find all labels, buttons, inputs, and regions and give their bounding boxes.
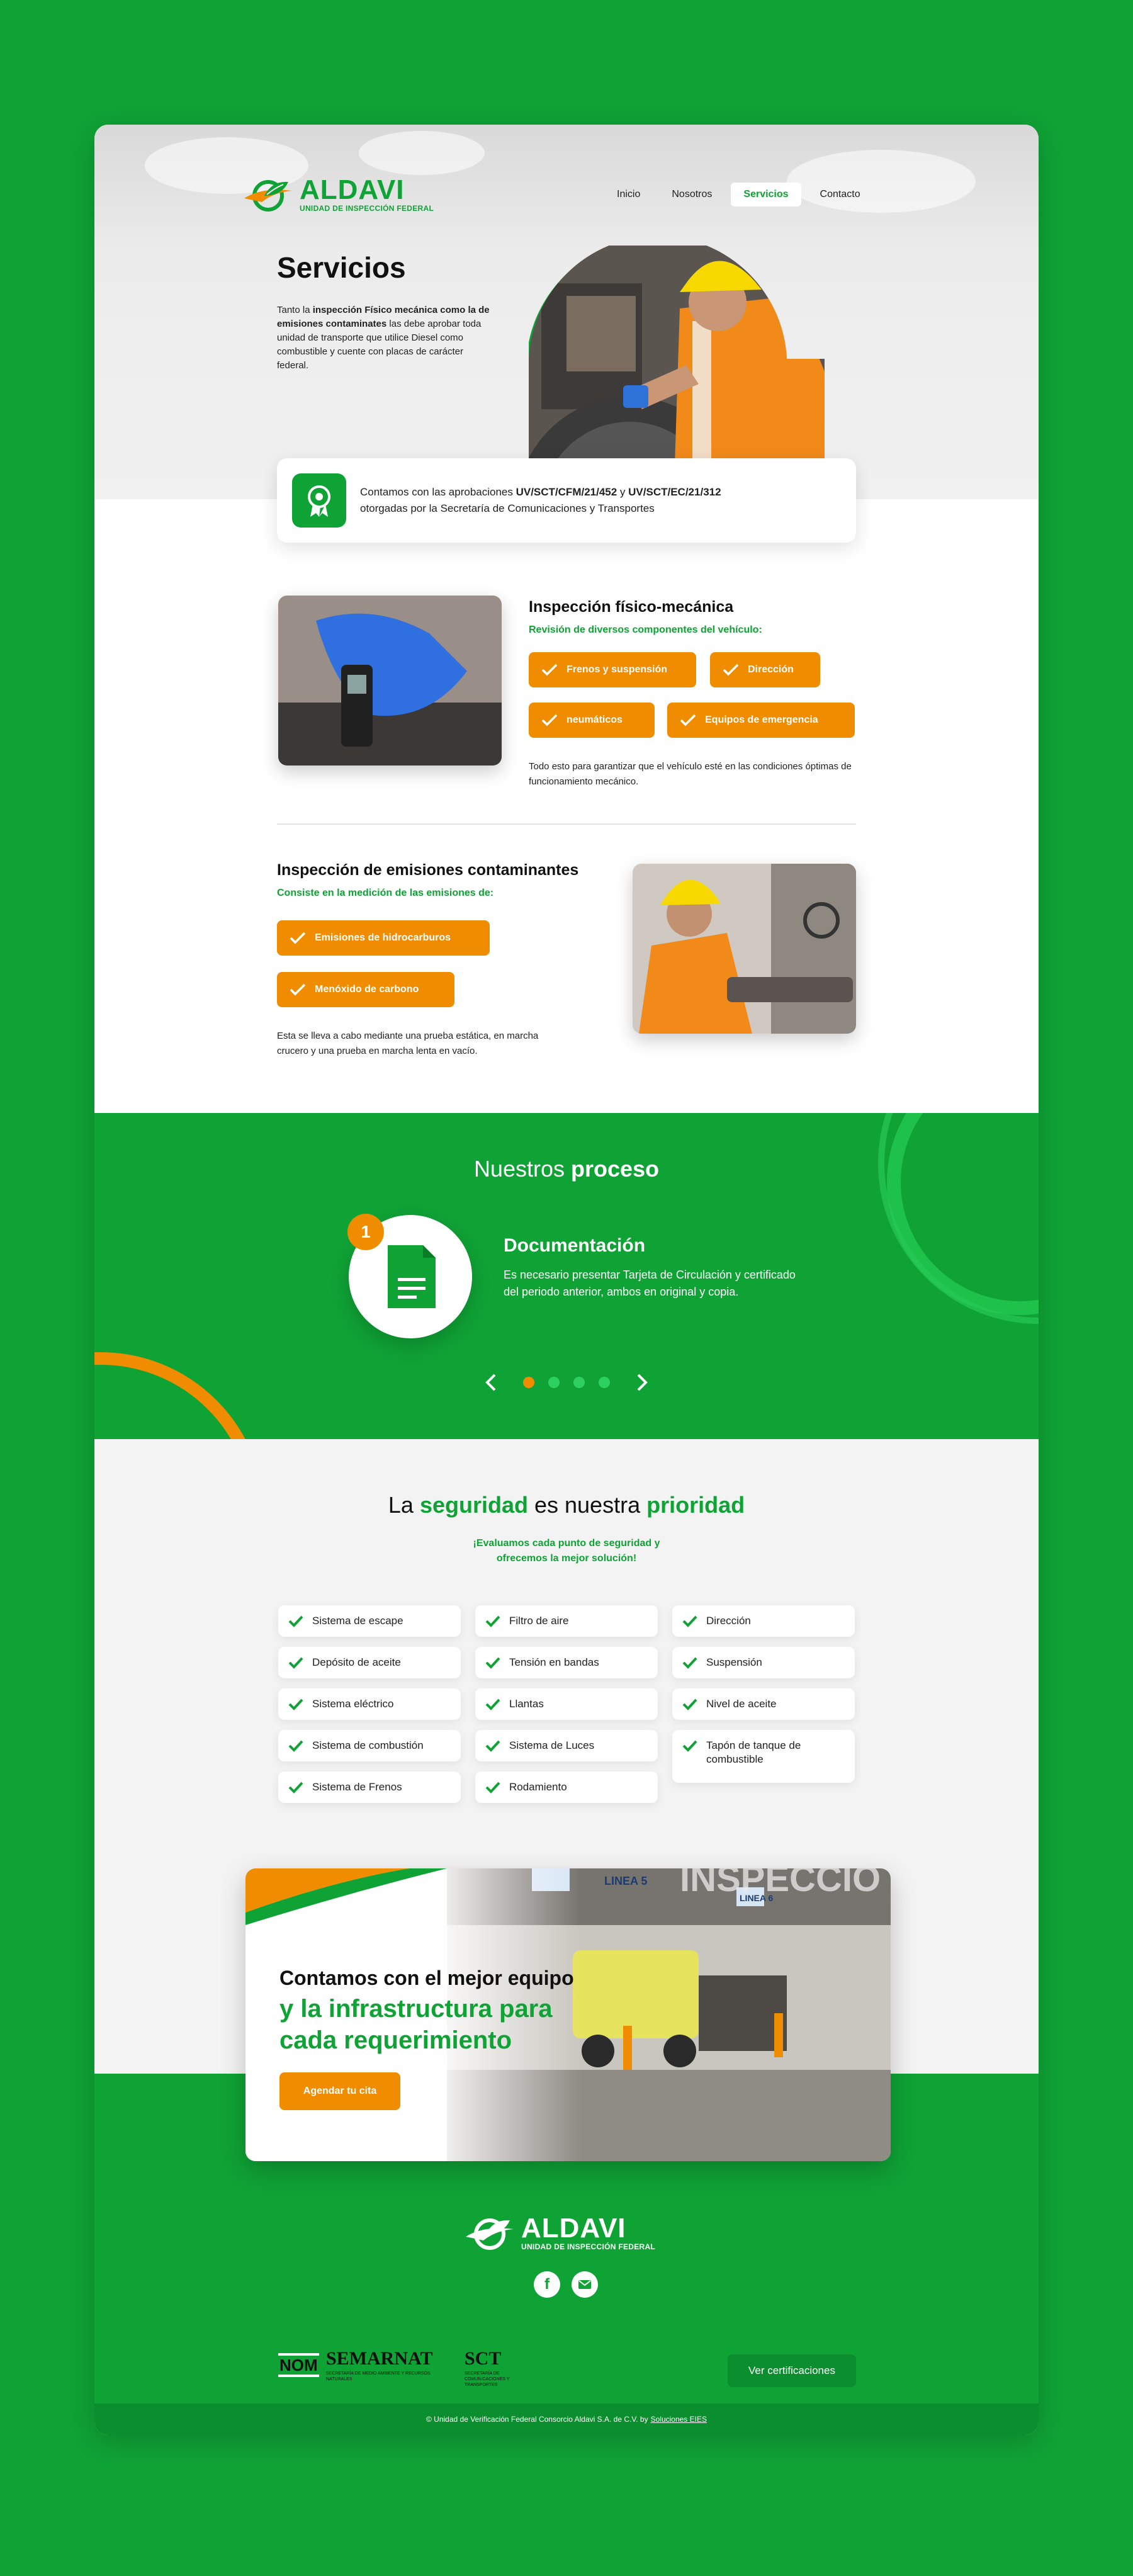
copyright-bar: © Unidad de Verificación Federal Consorc… (94, 2404, 1039, 2435)
prev-arrow-icon[interactable] (485, 1374, 496, 1391)
safety-title: La seguridad es nuestra prioridad (388, 1492, 745, 1518)
check-icon (682, 1740, 697, 1752)
chip-neumaticos: neumáticos (529, 703, 655, 738)
inspection-banner-text: INSPECCIO (680, 1868, 881, 1899)
next-arrow-icon[interactable] (637, 1374, 648, 1391)
process-section: Nuestros proceso 1 Documentación Es nece… (94, 1113, 1039, 1439)
leaf-logo-icon (243, 177, 293, 212)
credit-link[interactable]: Soluciones EIES (651, 2415, 707, 2424)
book-appointment-button[interactable]: Agendar tu cita (279, 2072, 400, 2110)
physical-subtitle: Revisión de diversos componentes del veh… (529, 624, 762, 635)
emissions-title: Inspección de emisiones contaminantes (277, 861, 579, 879)
check-icon (288, 1698, 303, 1710)
safety-item: Filtro de aire (475, 1605, 658, 1637)
check-icon (485, 1698, 500, 1710)
safety-item: Dirección (672, 1605, 855, 1637)
email-icon[interactable] (572, 2271, 598, 2298)
safety-item: Rodamiento (475, 1771, 658, 1803)
brand-logo[interactable]: ALDAVI UNIDAD DE INSPECCIÓN FEDERAL (243, 176, 434, 213)
safety-item: Tapón de tanque de combustible (672, 1730, 855, 1783)
check-icon (541, 664, 558, 676)
carousel-dot-1[interactable] (523, 1377, 534, 1388)
footer-brand-name: ALDAVI (521, 2213, 626, 2244)
safety-item: Nivel de aceite (672, 1688, 855, 1720)
sct-subtitle: SECRETARÍA DE COMUNICACIONES Y TRANSPORT… (465, 2371, 510, 2387)
safety-item: Sistema de combustión (278, 1730, 461, 1761)
main-nav: Inicio Nosotros Servicios Contacto (604, 183, 873, 206)
chip-direccion: Dirección (710, 652, 820, 687)
cta-line-2-3: y la infrastructura para cada requerimien… (279, 1995, 553, 2054)
page-title: Servicios (277, 251, 406, 284)
approvals-card: Contamos con las aprobaciones UV/SCT/CFM… (277, 458, 856, 543)
safety-item: Tensión en bandas (475, 1647, 658, 1678)
check-icon (485, 1740, 500, 1752)
check-icon (485, 1782, 500, 1794)
check-icon (541, 714, 558, 726)
chip-hidrocarburos: Emisiones de hidrocarburos (277, 920, 490, 956)
semarnat-logo: SEMARNAT (326, 2348, 433, 2369)
step-description: Es necesario presentar Tarjeta de Circul… (504, 1268, 796, 1298)
check-icon (288, 1782, 303, 1794)
page-frame: ALDAVI UNIDAD DE INSPECCIÓN FEDERAL Inic… (94, 125, 1039, 2435)
process-title: Nuestros proceso (473, 1156, 660, 1182)
tire-gauge-photo (278, 596, 502, 765)
check-icon (723, 664, 739, 676)
check-icon (288, 1615, 303, 1627)
check-icon (485, 1615, 500, 1627)
sign-line-5: LINEA 5 (604, 1875, 647, 1887)
safety-item: Llantas (475, 1688, 658, 1720)
safety-item: Depósito de aceite (278, 1647, 461, 1678)
check-icon (485, 1657, 500, 1669)
carousel-dot-3[interactable] (573, 1377, 585, 1388)
safety-item: Sistema de Frenos (278, 1771, 461, 1803)
chip-frenos: Frenos y suspensión (529, 652, 696, 687)
nom-logo: NOM (278, 2353, 319, 2377)
check-icon (288, 1740, 303, 1752)
facebook-icon[interactable]: f (534, 2271, 560, 2298)
safety-item: Sistema de Luces (475, 1730, 658, 1761)
step-number-badge: 1 (347, 1214, 384, 1250)
physical-title: Inspección físico-mecánica (529, 598, 734, 616)
semarnat-subtitle: SECRETARÍA DE MEDIO AMBIENTE Y RECURSOS … (326, 2371, 431, 2381)
check-icon (682, 1615, 697, 1627)
cta-line-1: Contamos con el mejor equipo (279, 1967, 574, 1989)
footer-brand-tagline: UNIDAD DE INSPECCIÓN FEDERAL (521, 2242, 656, 2251)
view-certifications-button[interactable]: Ver certificaciones (728, 2354, 856, 2387)
nav-servicios[interactable]: Servicios (731, 183, 801, 206)
safety-item: Suspensión (672, 1647, 855, 1678)
safety-item: Sistema de escape (278, 1605, 461, 1637)
carousel-controls (485, 1374, 648, 1391)
physical-note: Todo esto para garantizar que el vehícul… (529, 761, 852, 787)
check-icon (290, 983, 306, 996)
sct-logo: SCT (465, 2348, 502, 2369)
brand-name: ALDAVI (300, 174, 405, 205)
check-icon (290, 932, 306, 944)
nav-contacto[interactable]: Contacto (808, 183, 873, 206)
emissions-note: Esta se lleva a cabo mediante una prueba… (277, 1031, 539, 1056)
carousel-dot-4[interactable] (599, 1377, 610, 1388)
chip-monoxido: Menóxido de carbono (277, 972, 454, 1007)
safety-item: Sistema eléctrico (278, 1688, 461, 1720)
chip-emergencia: Equipos de emergencia (667, 703, 855, 738)
nav-nosotros[interactable]: Nosotros (659, 183, 724, 206)
hero-intro: Tanto la inspección Físico mecánica como… (277, 305, 490, 371)
section-divider (277, 823, 856, 825)
safety-subtitle: ¡Evaluamos cada punto de seguridad y ofre… (473, 1538, 660, 1564)
carousel-dot-2[interactable] (548, 1377, 560, 1388)
emissions-inspector-photo (633, 864, 856, 1034)
check-icon (680, 714, 696, 726)
approvals-text: Contamos con las aprobaciones UV/SCT/CFM… (360, 486, 721, 514)
emissions-subtitle: Consiste en la medición de las emisiones… (277, 888, 494, 898)
leaf-logo-icon (465, 2215, 515, 2251)
step-title: Documentación (504, 1235, 646, 1256)
cta-card: LINEA 5 LINEA 6 INSPECCIO Contamos con e… (245, 1868, 891, 2161)
nav-inicio[interactable]: Inicio (604, 183, 653, 206)
check-icon (288, 1657, 303, 1669)
certificate-badge-icon (292, 473, 346, 528)
brand-tagline: UNIDAD DE INSPECCIÓN FEDERAL (300, 204, 434, 213)
check-icon (682, 1698, 697, 1710)
check-icon (682, 1657, 697, 1669)
footer-logo[interactable]: ALDAVI UNIDAD DE INSPECCIÓN FEDERAL (465, 2215, 655, 2251)
